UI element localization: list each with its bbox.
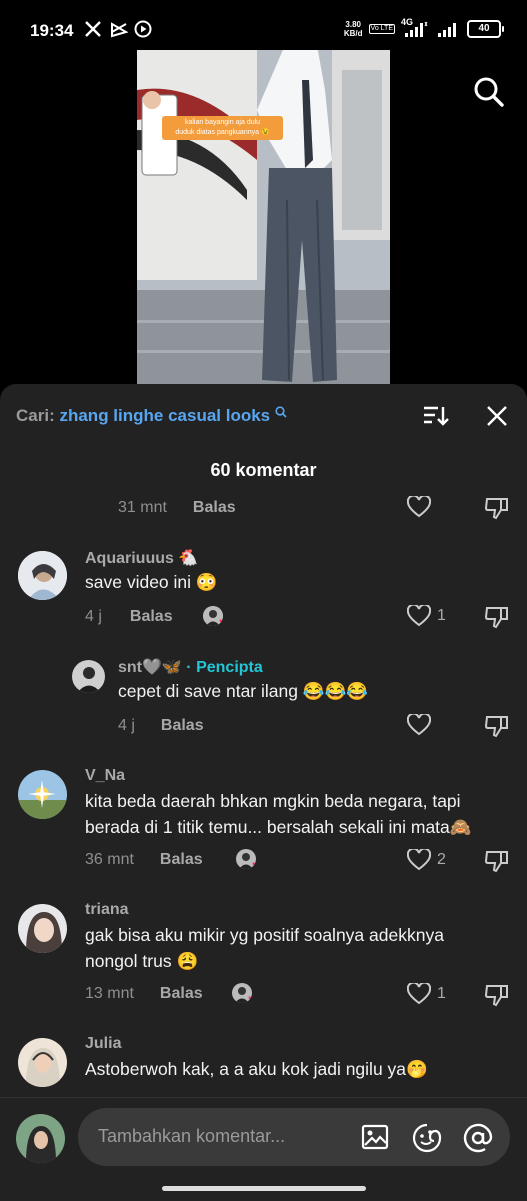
video-caption: kalian bayangin aja dulu duduk diatas pan… [162,116,283,140]
like-button[interactable] [407,496,431,518]
comment-meta: 13 mnt Balas [85,985,203,1002]
video-player[interactable]: kalian bayangin aja dulu duduk diatas pan… [137,50,390,385]
sort-icon[interactable] [422,404,450,428]
reply-button[interactable]: Balas [193,499,236,516]
comment-meta: 36 mnt Balas [85,851,203,868]
signal-4g-icon: 4G [401,17,431,38]
comment-username[interactable]: V_Na [85,767,125,785]
my-avatar[interactable] [16,1114,65,1163]
comment-username[interactable]: Julia [85,1035,121,1053]
status-icons: 3.80 KB/d Vo LTE 4G 40 [343,17,504,38]
dislike-icon[interactable] [484,714,510,738]
search-label: Cari: [16,406,55,425]
heart-icon [407,849,431,871]
comment-text: save video ini 😳 [85,572,218,592]
avatar[interactable] [18,904,67,953]
like-button[interactable] [407,714,431,736]
reply-button[interactable]: Balas [161,717,204,734]
comment-input[interactable]: Tambahkan komentar... [78,1108,510,1166]
search-query-link[interactable]: zhang linghe casual looks [59,406,270,425]
creator-liked-badge: ♥ [203,606,223,626]
search-icon[interactable] [473,76,505,108]
comment-text: gak bisa aku mikir yg positif soalnya ad… [85,925,444,971]
like-button[interactable]: 1 [407,605,446,627]
play-circle-icon [134,20,152,38]
reply-button[interactable]: Balas [130,608,173,625]
comment-username[interactable]: triana [85,901,129,919]
comment-meta: 4 j Balas [118,717,204,734]
like-button[interactable]: 2 [407,849,446,871]
creator-liked-badge: ♥ [232,983,252,1003]
comment-text: Astoberwoh kak, a a aku kok jadi ngilu y… [85,1059,428,1079]
dislike-icon[interactable] [484,605,510,629]
sticker-icon[interactable] [412,1123,442,1153]
dislike-icon[interactable] [484,849,510,873]
reply-button[interactable]: Balas [160,851,203,868]
comment-meta: 4 j Balas [85,608,173,625]
related-search[interactable]: Cari: zhang linghe casual looks [16,406,287,426]
net-speed: 3.80 KB/d [343,20,363,38]
clock: 19:34 [30,21,74,40]
search-small-icon [275,406,287,418]
reply-button[interactable]: Balas [160,985,203,1002]
heart-icon [407,496,431,518]
heart-icon [407,714,431,736]
heart-icon [407,605,431,627]
comment-count: 60 komentar [210,460,317,480]
heart-icon [407,983,431,1005]
dislike-icon[interactable] [484,496,510,520]
comment-text: kita beda daerah bhkan mgkin beda negara… [85,791,472,837]
capcut-icon [111,22,128,38]
comment-username[interactable]: snt🩶🦋 · Pencipta [118,657,263,677]
close-icon[interactable] [486,405,508,427]
like-count: 2 [437,851,446,868]
dislike-icon[interactable] [484,983,510,1007]
comment-text: cepet di save ntar ilang 😂😂😂 [118,681,369,701]
home-indicator [162,1186,366,1191]
comment-meta: 31 mnt Balas [118,499,236,516]
like-count: 1 [437,607,446,624]
creator-badge: · Pencipta [186,659,263,676]
comment-placeholder: Tambahkan komentar... [98,1126,286,1146]
battery-indicator: 40 [467,20,504,38]
video-frame [137,50,390,385]
volte-badge: Vo LTE [368,24,395,34]
avatar[interactable] [72,660,105,693]
signal-icon [438,23,456,37]
avatar[interactable] [18,1038,67,1087]
x-app-icon [85,21,101,37]
image-icon[interactable] [361,1124,389,1150]
like-button[interactable]: 1 [407,983,446,1005]
avatar[interactable] [18,770,67,819]
creator-liked-badge: ♥ [236,849,256,869]
mention-icon[interactable] [463,1123,493,1153]
avatar[interactable] [18,551,67,600]
comment-username[interactable]: Aquariuuus 🐔 [85,548,198,568]
like-count: 1 [437,985,446,1002]
